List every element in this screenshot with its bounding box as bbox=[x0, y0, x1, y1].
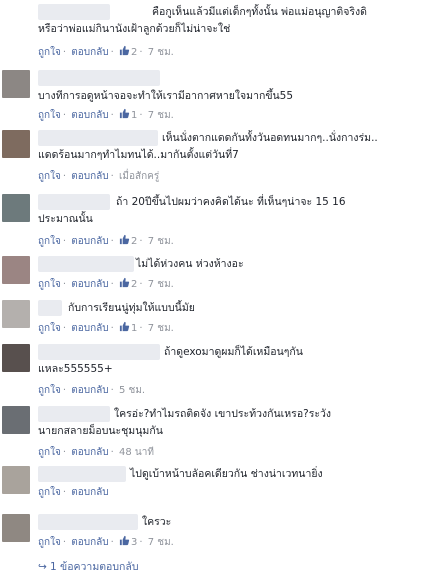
thumbs-up-icon[interactable] bbox=[119, 321, 130, 332]
comment-text: ใครอ่ะ?ทำไมรถติดจัง เขาประท้วงกันเหรอ?ระ… bbox=[38, 406, 414, 440]
comment-text: กับการเรียนนู่ทุ่มให้แบบนี้มัย bbox=[38, 300, 414, 317]
timestamp[interactable]: 5 ชม. bbox=[119, 385, 145, 396]
avatar[interactable] bbox=[2, 4, 30, 32]
comment-line: บางทีการอดูหน้าจอจะทำให้เรามีอากาศหายใจม… bbox=[38, 90, 294, 102]
thumbs-up-icon[interactable] bbox=[119, 234, 130, 245]
timestamp[interactable]: 7 ชม. bbox=[148, 323, 174, 334]
comment-text: ไม่ได้ห่วงคน ห่วงห้างอะ bbox=[38, 256, 414, 273]
thumbs-up-icon[interactable] bbox=[119, 277, 130, 288]
timestamp[interactable]: 7 ชม. bbox=[148, 236, 174, 247]
comment-text: เห็นนั่งตากแดดกันทั้งวันอดทนมากๆ..นั่งกา… bbox=[38, 130, 414, 164]
like-count[interactable]: 1 bbox=[131, 110, 137, 121]
comment-text: ไปดูเบ้าหน้าบลัอคเดียวกัน ช่างน่าเวทนายิ… bbox=[38, 466, 414, 483]
comment-line: ถ้า 20ปีขึ้นไปผมว่าคงคิดได้นะ ที่เห็นๆน่… bbox=[116, 196, 346, 208]
reply-link[interactable]: ตอบกลับ bbox=[71, 537, 108, 548]
view-replies-link[interactable]: ↪ 1 ข้อความตอบกลับ bbox=[38, 558, 139, 575]
timestamp[interactable]: 7 ชม. bbox=[148, 110, 174, 121]
reply-link[interactable]: ตอบกลับ bbox=[71, 487, 108, 498]
like-link[interactable]: ถูกใจ bbox=[38, 47, 61, 58]
reply-link[interactable]: ตอบกลับ bbox=[71, 47, 108, 58]
like-link[interactable]: ถูกใจ bbox=[38, 279, 61, 290]
comment-line: ใครวะ bbox=[142, 516, 172, 528]
comment-line: คือกูเห็นแล้วมีแต่เด็กๆทั้งนั้น พ่อแม่อน… bbox=[152, 6, 367, 18]
reply-link[interactable]: ตอบกลับ bbox=[71, 323, 108, 334]
like-link[interactable]: ถูกใจ bbox=[38, 385, 61, 396]
like-link[interactable]: ถูกใจ bbox=[38, 171, 61, 182]
like-count[interactable]: 2 bbox=[131, 47, 137, 58]
reply-link[interactable]: ตอบกลับ bbox=[71, 110, 108, 121]
avatar[interactable] bbox=[2, 344, 30, 372]
comment-text: คือกูเห็นแล้วมีแต่เด็กๆทั้งนั้น พ่อแม่อน… bbox=[38, 4, 414, 38]
comment-line: กับการเรียนนู่ทุ่มให้แบบนี้มัย bbox=[68, 302, 195, 314]
view-replies-label[interactable]: 1 ข้อความตอบกลับ bbox=[50, 561, 139, 573]
like-count[interactable]: 3 bbox=[131, 537, 137, 548]
comment-line: ไม่ได้ห่วงคน ห่วงห้างอะ bbox=[136, 258, 244, 270]
comment-line: แดดร้อนมากๆทำไมทนได้..มากันตั้งแต่วันที่… bbox=[38, 149, 239, 161]
comment-line: ประมาณนั้น bbox=[38, 213, 93, 225]
comment-line: หรือว่าพ่อแม่กินานังเฝ้าลูกด้วยก็ไม่น่าจ… bbox=[38, 23, 231, 35]
comment-meta: ถูกใจ · ตอบกลับ · 2 · 7 ชม. bbox=[38, 277, 174, 290]
avatar[interactable] bbox=[2, 194, 30, 222]
reply-link[interactable]: ตอบกลับ bbox=[71, 385, 108, 396]
comment-meta: ถูกใจ · ตอบกลับ · 1 · 7 ชม. bbox=[38, 108, 174, 121]
comment-text: ใครวะ bbox=[38, 514, 414, 531]
avatar[interactable] bbox=[2, 514, 30, 542]
timestamp[interactable]: 7 ชม. bbox=[148, 537, 174, 548]
reply-link[interactable]: ตอบกลับ bbox=[71, 236, 108, 247]
comment-meta: ถูกใจ · ตอบกลับ bbox=[38, 487, 109, 498]
comment-meta: ถูกใจ · ตอบกลับ · 3 · 7 ชม. bbox=[38, 535, 174, 548]
thumbs-up-icon[interactable] bbox=[119, 535, 130, 546]
like-count[interactable]: 1 bbox=[131, 323, 137, 334]
comment-text: บางทีการอดูหน้าจอจะทำให้เรามีอากาศหายใจม… bbox=[38, 88, 414, 105]
reply-link[interactable]: ตอบกลับ bbox=[71, 447, 108, 458]
comment-line: ถ้าดูexoมาดูผมก็ได้เหมือนๆกัน bbox=[164, 346, 303, 358]
comment-text: ถ้า 20ปีขึ้นไปผมว่าคงคิดได้นะ ที่เห็นๆน่… bbox=[38, 194, 414, 228]
like-count[interactable]: 2 bbox=[131, 236, 137, 247]
like-link[interactable]: ถูกใจ bbox=[38, 236, 61, 247]
reply-link[interactable]: ตอบกลับ bbox=[71, 279, 108, 290]
timestamp[interactable]: 48 นาที bbox=[119, 447, 154, 458]
comment-line: แหละ555555+ bbox=[38, 363, 113, 375]
like-link[interactable]: ถูกใจ bbox=[38, 537, 61, 548]
comment-meta: ถูกใจ · ตอบกลับ · 5 ชม. bbox=[38, 385, 146, 396]
avatar[interactable] bbox=[2, 466, 30, 494]
commenter-name-redacted[interactable] bbox=[38, 70, 160, 86]
comment-line: นายกสลายม็อบนะชุมนุมกัน bbox=[38, 425, 163, 437]
comment-line: ใครอ่ะ?ทำไมรถติดจัง เขาประท้วงกันเหรอ?ระ… bbox=[114, 408, 331, 420]
like-link[interactable]: ถูกใจ bbox=[38, 110, 61, 121]
comment-meta: ถูกใจ · ตอบกลับ · 1 · 7 ชม. bbox=[38, 321, 174, 334]
avatar[interactable] bbox=[2, 256, 30, 284]
comment-line: เห็นนั่งตากแดดกันทั้งวันอดทนมากๆ..นั่งกา… bbox=[162, 132, 378, 144]
comment-meta: ถูกใจ · ตอบกลับ · 48 นาที bbox=[38, 447, 154, 458]
comment-thread: คือกูเห็นแล้วมีแต่เด็กๆทั้งนั้น พ่อแม่อน… bbox=[0, 0, 423, 577]
comment-text: ถ้าดูexoมาดูผมก็ได้เหมือนๆกัน แหละ555555… bbox=[38, 344, 414, 378]
like-link[interactable]: ถูกใจ bbox=[38, 323, 61, 334]
timestamp[interactable]: 7 ชม. bbox=[148, 47, 174, 58]
like-link[interactable]: ถูกใจ bbox=[38, 487, 61, 498]
like-count[interactable]: 2 bbox=[131, 279, 137, 290]
avatar[interactable] bbox=[2, 70, 30, 98]
reply-link[interactable]: ตอบกลับ bbox=[71, 171, 108, 182]
thumbs-up-icon[interactable] bbox=[119, 108, 130, 119]
like-link[interactable]: ถูกใจ bbox=[38, 447, 61, 458]
avatar[interactable] bbox=[2, 130, 30, 158]
thumbs-up-icon[interactable] bbox=[119, 45, 130, 56]
comment-meta: ถูกใจ · ตอบกลับ · 2 · 7 ชม. bbox=[38, 45, 174, 58]
reply-arrow-icon: ↪ bbox=[38, 561, 47, 573]
timestamp[interactable]: เมื่อสักครู่ bbox=[119, 171, 159, 182]
avatar[interactable] bbox=[2, 406, 30, 434]
comment-meta: ถูกใจ · ตอบกลับ · เมื่อสักครู่ bbox=[38, 171, 160, 182]
comment-meta: ถูกใจ · ตอบกลับ · 2 · 7 ชม. bbox=[38, 234, 174, 247]
avatar[interactable] bbox=[2, 300, 30, 328]
timestamp[interactable]: 7 ชม. bbox=[148, 279, 174, 290]
comment-line: ไปดูเบ้าหน้าบลัอคเดียวกัน ช่างน่าเวทนายิ… bbox=[130, 468, 323, 480]
